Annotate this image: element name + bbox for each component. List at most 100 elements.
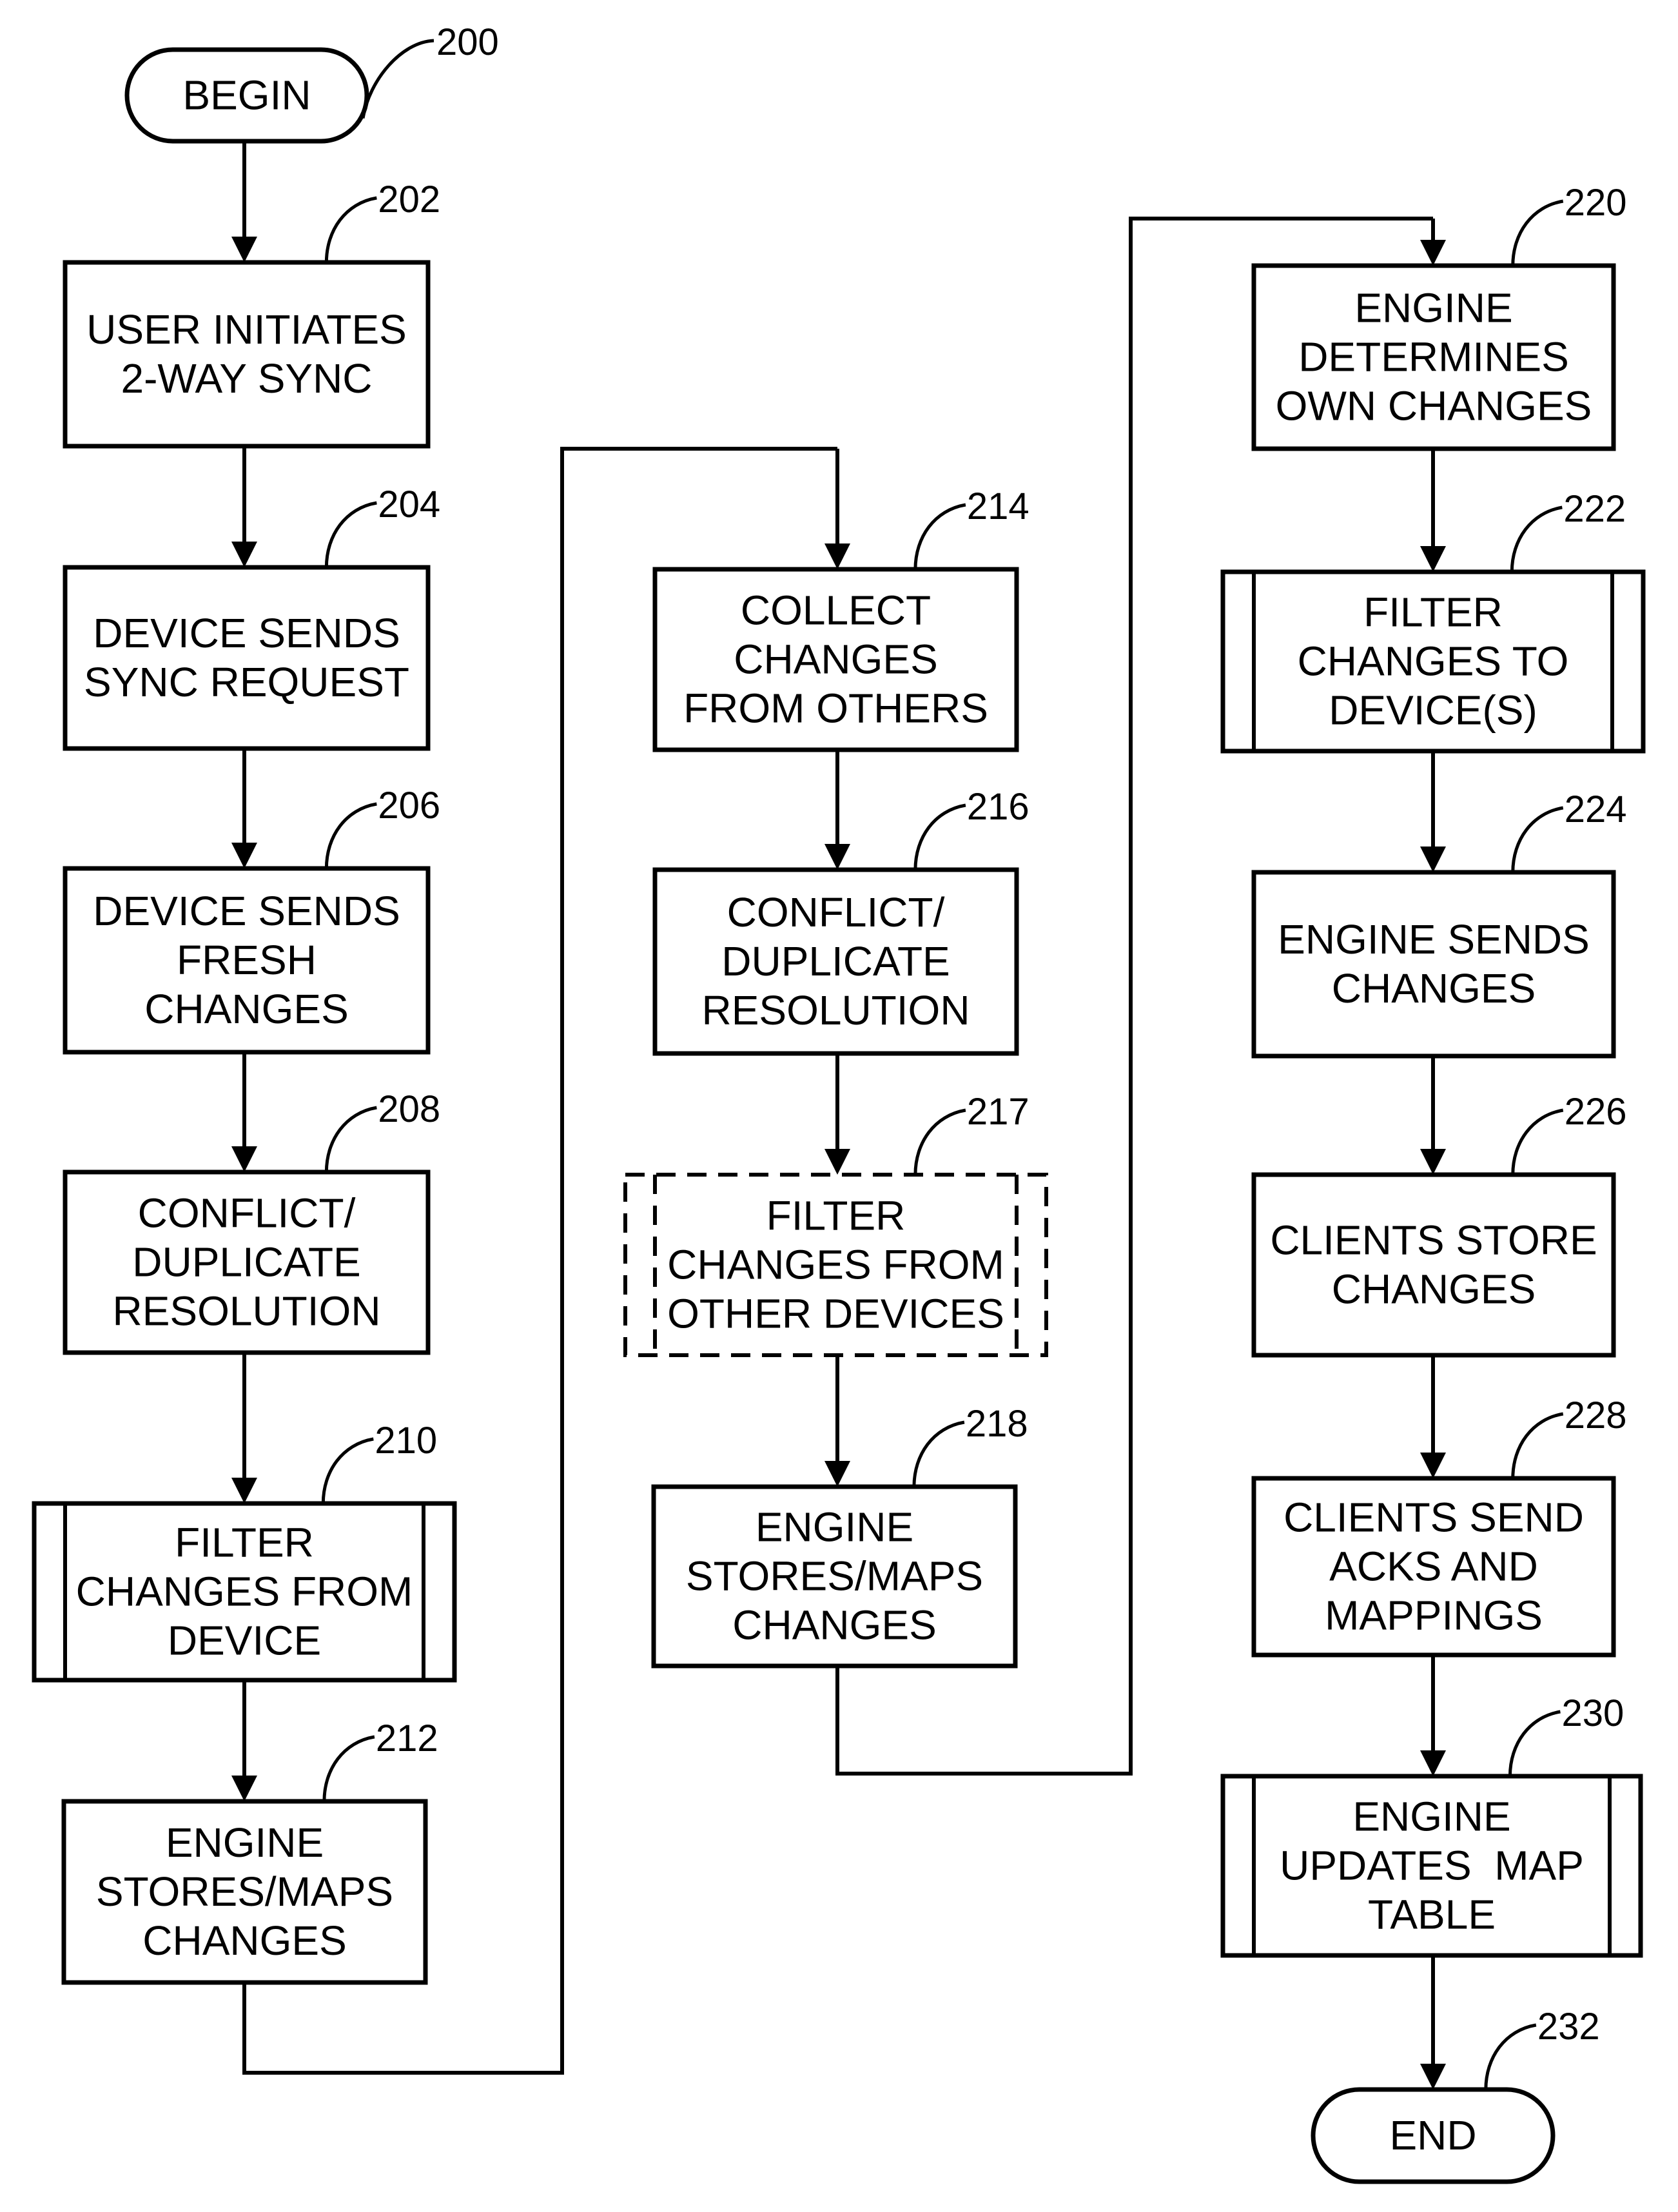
node-label-line: OTHER DEVICES	[667, 1290, 1004, 1336]
node-label-line: ENGINE	[1354, 284, 1512, 331]
arrowhead	[231, 542, 257, 567]
node-label-line: CLIENTS STORE	[1270, 1217, 1597, 1263]
node-label-line: CHANGES	[1332, 1266, 1536, 1312]
node-label-line: RESOLUTION	[701, 987, 970, 1033]
node-label-line: ENGINE	[756, 1503, 913, 1550]
node-200: BEGIN 200	[124, 21, 499, 144]
process-box	[1251, 1172, 1616, 1358]
node-218: ENGINESTORES/MAPSCHANGES 218	[651, 1403, 1028, 1669]
arrowhead	[1420, 2064, 1446, 2090]
reference-number: 210	[375, 1420, 437, 1462]
reference-number: 214	[967, 485, 1029, 527]
node-224: ENGINE SENDSCHANGES 224	[1251, 788, 1627, 1059]
arrowhead	[231, 237, 257, 262]
reference-leader	[361, 39, 434, 119]
reference-number: 224	[1565, 788, 1627, 830]
reference-number: 202	[378, 179, 440, 220]
node-label-line: FILTER	[1363, 589, 1503, 635]
node-label-line: CHANGES FROM	[667, 1241, 1004, 1287]
node-label-line: DUPLICATE	[721, 938, 950, 984]
arrowhead	[1420, 1453, 1446, 1478]
reference-leader	[1511, 1412, 1564, 1479]
process-box	[63, 565, 431, 751]
node-label-line: CHANGES	[1332, 965, 1536, 1012]
reference-leader	[913, 803, 966, 870]
node-label-line: FILTER	[766, 1192, 906, 1238]
node-label-line: DEVICE	[168, 1617, 321, 1663]
node-label-line: MAPPINGS	[1325, 1592, 1543, 1638]
reference-leader	[1511, 1108, 1564, 1175]
reference-number: 222	[1563, 488, 1626, 530]
reference-leader	[1508, 1710, 1561, 1777]
reference-leader	[913, 503, 966, 570]
reference-number: 216	[967, 786, 1029, 828]
node-label-line: DEVICE SENDS	[93, 610, 400, 656]
node-label-line: CHANGES TO	[1298, 638, 1569, 684]
node-label-line: USER INITIATES	[86, 306, 407, 353]
reference-leader	[324, 196, 377, 263]
reference-number: 217	[967, 1091, 1029, 1133]
reference-number: 204	[378, 484, 440, 525]
reference-number: 200	[436, 21, 499, 63]
node-228: CLIENTS SENDACKS ANDMAPPINGS 228	[1251, 1395, 1627, 1658]
node-label-line: 2-WAY SYNC	[121, 355, 373, 402]
node-label-line: SYNC REQUEST	[84, 659, 409, 705]
node-label-line: STORES/MAPS	[96, 1868, 393, 1915]
reference-leader	[912, 1420, 965, 1487]
reference-number: 208	[378, 1088, 440, 1130]
reference-number: 230	[1561, 1692, 1624, 1734]
node-208: CONFLICT/DUPLICATERESOLUTION 208	[63, 1088, 440, 1355]
reference-number: 212	[376, 1718, 438, 1759]
arrowhead	[231, 1478, 257, 1503]
reference-number: 220	[1565, 182, 1627, 224]
node-label-line: RESOLUTION	[112, 1287, 380, 1334]
reference-number: 218	[966, 1403, 1028, 1445]
reference-number: 232	[1537, 2006, 1600, 2048]
node-220: ENGINEDETERMINESOWN CHANGES 220	[1251, 182, 1627, 451]
node-label-line: UPDATES MAP	[1280, 1842, 1584, 1888]
node-label-line: DUPLICATE	[132, 1238, 360, 1285]
reference-leader	[324, 1106, 377, 1173]
node-label-line: DEVICE SENDS	[93, 888, 400, 934]
node-214: COLLECTCHANGESFROM OTHERS 214	[652, 485, 1029, 752]
reference-leader	[1484, 2023, 1537, 2090]
reference-leader	[913, 1108, 966, 1175]
arrowhead	[231, 843, 257, 868]
arrowhead	[1420, 847, 1446, 872]
node-label-line: FRESH	[177, 937, 317, 983]
node-label-line: END	[1389, 2112, 1476, 2158]
node-label-line: FROM OTHERS	[683, 685, 988, 731]
node-204: DEVICE SENDSSYNC REQUEST 204	[63, 484, 440, 751]
node-label-line: CHANGES	[144, 986, 349, 1032]
node-label-line: CHANGES FROM	[76, 1568, 413, 1614]
arrowhead	[1420, 1149, 1446, 1175]
node-label-line: CONFLICT/	[727, 889, 945, 935]
reference-leader	[322, 1735, 375, 1802]
node-232: END 232	[1311, 2006, 1600, 2184]
reference-leader	[1510, 505, 1563, 573]
reference-number: 206	[378, 785, 440, 827]
reference-leader	[324, 802, 377, 869]
node-202: USER INITIATES2-WAY SYNC 202	[63, 179, 440, 449]
node-label-line: CHANGES	[734, 636, 938, 682]
node-label-line: CLIENTS SEND	[1283, 1494, 1584, 1540]
arrowhead	[1420, 240, 1446, 266]
arrowhead	[824, 844, 850, 870]
node-label-line: ENGINE SENDS	[1278, 916, 1590, 963]
node-label-line: ENGINE	[1352, 1793, 1510, 1839]
arrowhead	[824, 1461, 850, 1487]
node-212: ENGINESTORES/MAPSCHANGES 212	[61, 1718, 438, 1985]
node-label-line: OWN CHANGES	[1276, 382, 1592, 429]
node-label-line: ACKS AND	[1329, 1543, 1538, 1589]
node-label-line: CONFLICT/	[138, 1189, 356, 1236]
reference-number: 228	[1565, 1395, 1627, 1436]
node-label-line: FILTER	[175, 1519, 314, 1565]
reference-leader	[1511, 806, 1564, 873]
reference-leader	[321, 1437, 374, 1504]
node-label-line: BEGIN	[182, 72, 311, 118]
arrowhead	[1420, 1750, 1446, 1776]
node-216: CONFLICT/DUPLICATERESOLUTION 216	[652, 786, 1029, 1056]
flowchart: BEGIN 200 USER INITIATES2-WAY SYNC 202 DEVIC…	[32, 21, 1646, 2184]
node-label-line: CHANGES	[142, 1917, 347, 1964]
reference-leader	[324, 501, 377, 568]
